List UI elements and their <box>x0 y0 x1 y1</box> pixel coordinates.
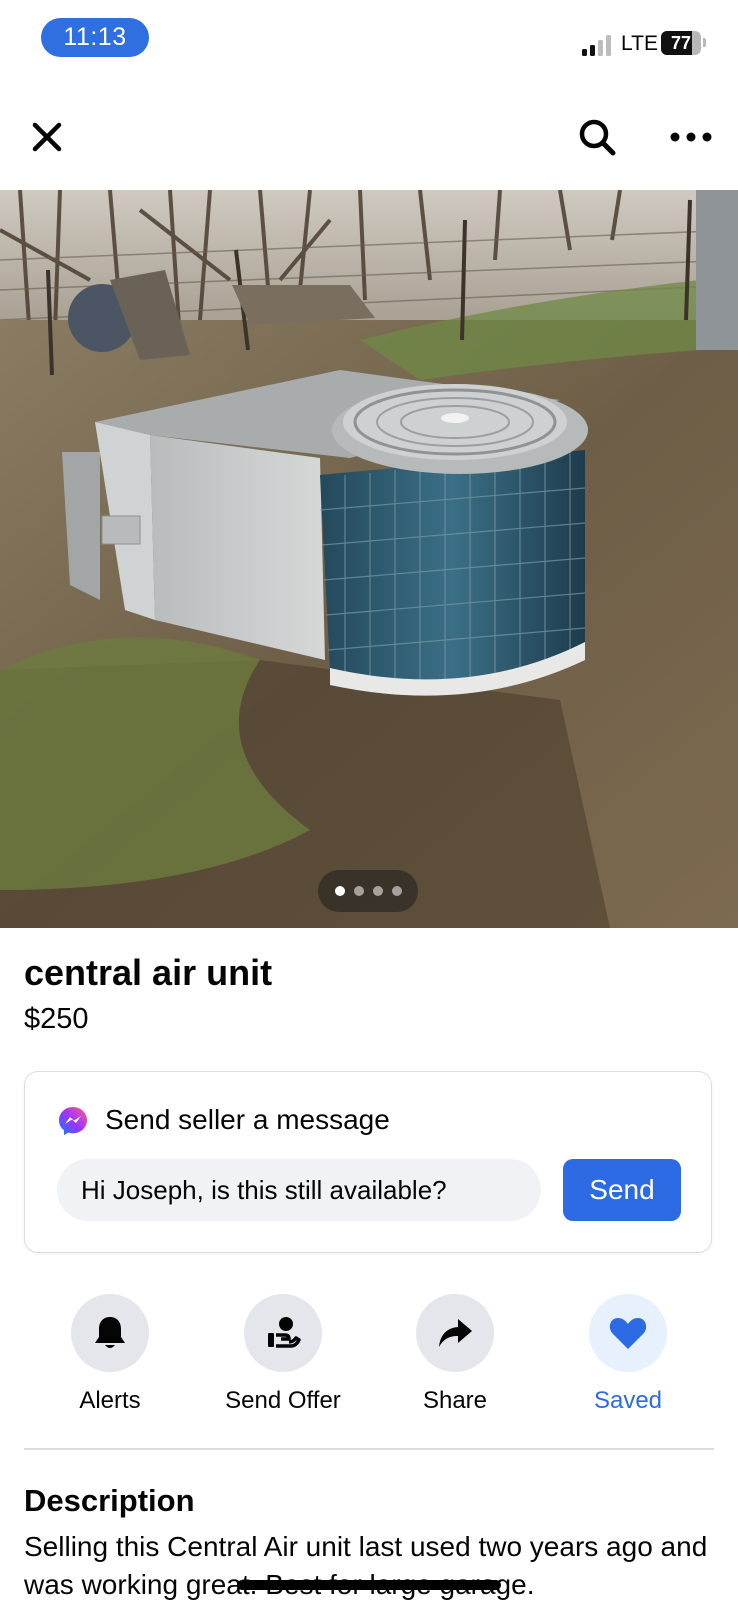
send-button[interactable]: Send <box>563 1159 681 1221</box>
battery-icon: 77 <box>661 31 701 55</box>
signal-icon <box>582 34 614 56</box>
send-offer-button[interactable]: Send Offer <box>208 1294 358 1424</box>
page-dot <box>391 886 402 896</box>
saved-circle <box>589 1294 667 1372</box>
status-time: 11:13 <box>41 18 149 57</box>
listing-photo[interactable] <box>0 190 738 928</box>
page-dot <box>334 886 345 896</box>
listing-title: central air unit <box>24 952 273 993</box>
search-button[interactable] <box>572 112 622 162</box>
saved-button[interactable]: Saved <box>553 1294 703 1424</box>
bell-icon <box>95 1317 125 1348</box>
more-options-button[interactable] <box>666 112 716 162</box>
messenger-icon <box>59 1107 87 1135</box>
search-icon <box>579 119 616 156</box>
alerts-button[interactable]: Alerts <box>35 1294 185 1424</box>
status-bar: 11:13 LTE 77 <box>0 0 738 80</box>
share-label: Share <box>422 1387 488 1414</box>
battery-level: 77 <box>670 33 692 53</box>
description-heading: Description <box>24 1483 195 1518</box>
alerts-label: Alerts <box>79 1387 141 1414</box>
network-label: LTE <box>621 32 658 55</box>
battery-tip <box>703 38 706 47</box>
share-circle <box>416 1294 494 1372</box>
message-input[interactable] <box>57 1159 541 1221</box>
message-seller-card: Send seller a message Send <box>24 1071 712 1253</box>
home-indicator[interactable] <box>237 1580 501 1590</box>
air-unit-photo <box>0 190 738 928</box>
alerts-circle <box>71 1294 149 1372</box>
saved-label: Saved <box>593 1387 663 1414</box>
send-offer-circle <box>244 1294 322 1372</box>
send-offer-label: Send Offer <box>225 1387 341 1414</box>
close-button[interactable] <box>22 112 72 162</box>
offer-icon <box>268 1317 301 1348</box>
close-icon <box>32 122 62 152</box>
share-icon <box>439 1319 472 1347</box>
heart-icon <box>609 1318 647 1349</box>
message-heading: Send seller a message <box>105 1104 390 1135</box>
section-divider <box>24 1448 714 1450</box>
share-button[interactable]: Share <box>380 1294 530 1424</box>
page-dot <box>372 886 383 896</box>
page-dot <box>353 886 364 896</box>
photo-page-indicator[interactable] <box>318 870 418 912</box>
listing-price: $250 <box>24 1003 89 1035</box>
description-text: Selling this Central Air unit last used … <box>24 1531 708 1600</box>
more-horizontal-icon <box>670 132 712 142</box>
